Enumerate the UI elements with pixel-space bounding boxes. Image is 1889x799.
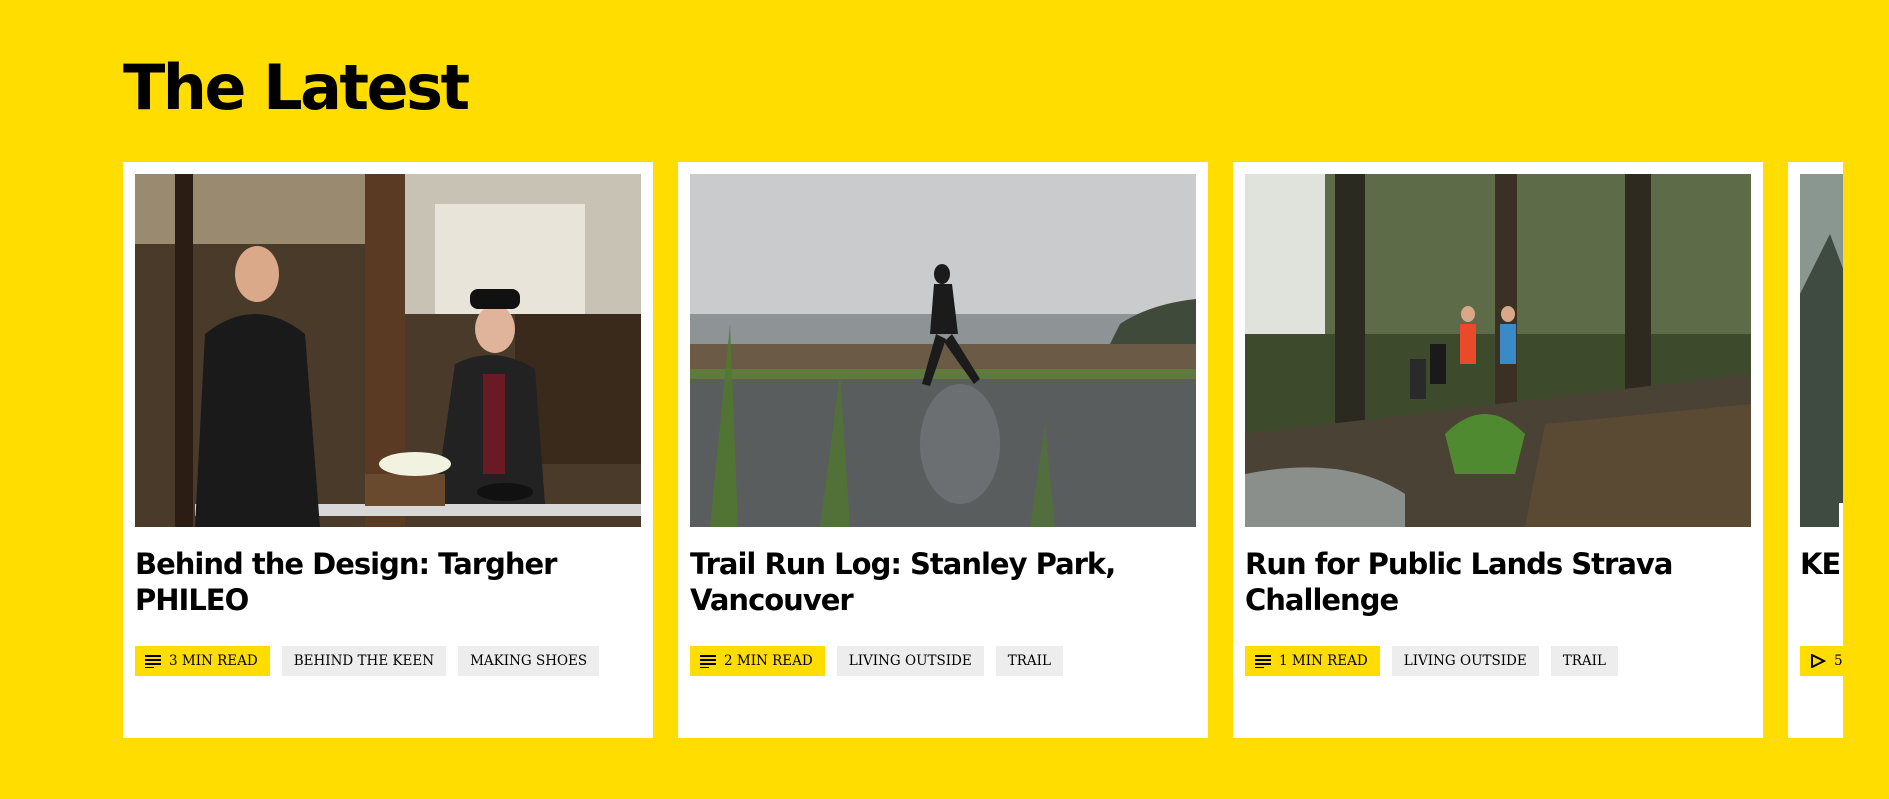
tag-list: 5	[1800, 646, 1843, 676]
article-image[interactable]	[1245, 174, 1751, 527]
article-lines-icon	[145, 655, 161, 668]
tag-list: 2 MIN READ LIVING OUTSIDE TRAIL	[690, 646, 1063, 676]
article-lines-icon	[1255, 655, 1271, 668]
tag-behind-the-keen[interactable]: BEHIND THE KEEN	[281, 646, 447, 676]
read-time-label: 5	[1834, 653, 1843, 669]
workshop-photo	[135, 174, 641, 527]
tag-living-outside[interactable]: LIVING OUTSIDE	[1391, 646, 1539, 676]
article-title[interactable]: Run for Public Lands Strava Challenge	[1245, 546, 1745, 618]
read-time-label: 1 MIN READ	[1279, 653, 1368, 669]
article-lines-icon	[700, 655, 716, 668]
forest-trail-runners-photo	[1245, 174, 1751, 527]
article-card[interactable]: Trail Run Log: Stanley Park, Vancouver 2…	[678, 162, 1208, 738]
article-card[interactable]: Behind the Design: Targher PHILEO 3 MIN …	[123, 162, 653, 738]
article-title[interactable]: Behind the Design: Targher PHILEO	[135, 546, 635, 618]
article-image[interactable]	[135, 174, 641, 527]
play-icon	[1811, 654, 1826, 668]
section-title: The Latest	[123, 51, 470, 124]
read-time-badge: 1 MIN READ	[1245, 646, 1380, 676]
read-time-badge: 2 MIN READ	[690, 646, 825, 676]
read-time-label: 2 MIN READ	[724, 653, 813, 669]
article-card[interactable]: KEEN Run 5	[1788, 162, 1843, 738]
read-time-badge: 5	[1800, 646, 1843, 676]
article-image[interactable]	[1800, 174, 1843, 527]
tag-making-shoes[interactable]: MAKING SHOES	[458, 646, 600, 676]
read-time-badge: 3 MIN READ	[135, 646, 270, 676]
tag-trail[interactable]: TRAIL	[995, 646, 1063, 676]
article-image[interactable]	[690, 174, 1196, 527]
tag-list: 1 MIN READ LIVING OUTSIDE TRAIL	[1245, 646, 1618, 676]
article-card[interactable]: Run for Public Lands Strava Challenge 1 …	[1233, 162, 1763, 738]
mountain-photo	[1800, 174, 1843, 527]
article-title[interactable]: KEEN Run	[1800, 546, 1843, 582]
tag-trail[interactable]: TRAIL	[1550, 646, 1618, 676]
tag-list: 3 MIN READ BEHIND THE KEEN MAKING SHOES	[135, 646, 600, 676]
seawall-runner-photo	[690, 174, 1196, 527]
carousel-next-button[interactable]	[1839, 503, 1843, 583]
article-carousel: Behind the Design: Targher PHILEO 3 MIN …	[123, 162, 1843, 738]
article-title[interactable]: Trail Run Log: Stanley Park, Vancouver	[690, 546, 1190, 618]
read-time-label: 3 MIN READ	[169, 653, 258, 669]
tag-living-outside[interactable]: LIVING OUTSIDE	[836, 646, 984, 676]
